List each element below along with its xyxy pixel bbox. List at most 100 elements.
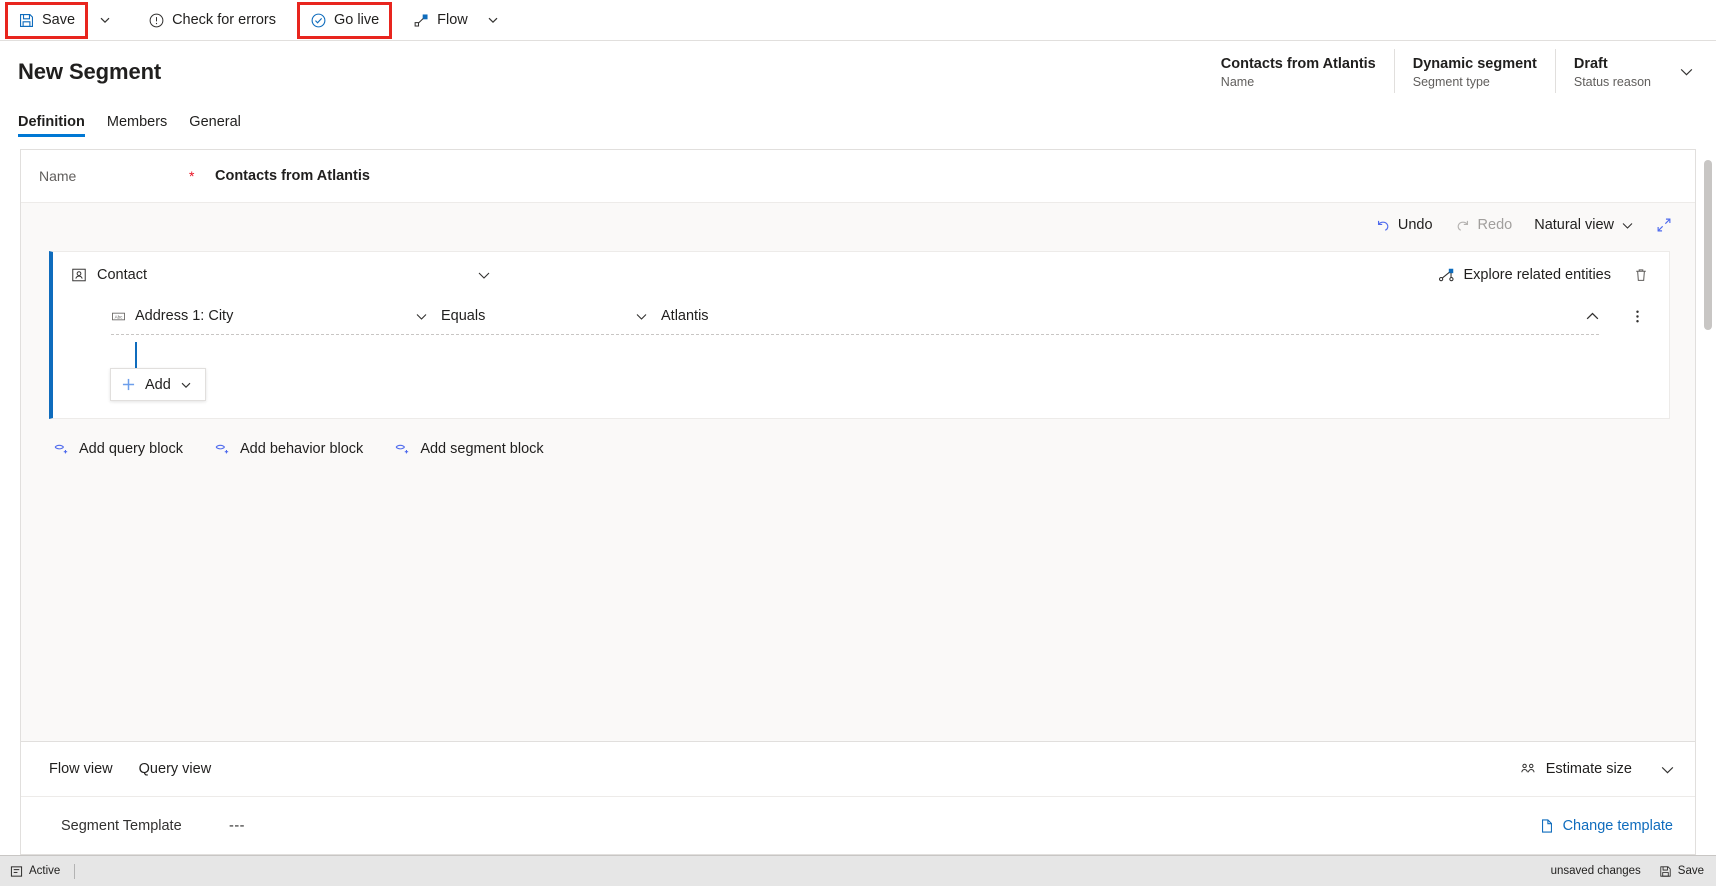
save-button-label: Save — [42, 12, 76, 28]
explore-related-entities-button[interactable]: Explore related entities — [1432, 263, 1618, 288]
undo-label: Undo — [1397, 217, 1433, 233]
change-template-button[interactable]: Change template — [1531, 814, 1681, 838]
chevron-down-icon — [1621, 219, 1634, 232]
check-for-errors-label: Check for errors — [172, 12, 277, 28]
flow-view-tab[interactable]: Flow view — [49, 761, 113, 777]
view-mode-label: Natural view — [1534, 217, 1614, 233]
condition-row-actions — [1579, 305, 1651, 328]
contact-entity-icon — [71, 267, 87, 283]
view-mode-dropdown[interactable]: Natural view — [1525, 210, 1643, 240]
flow-icon — [413, 12, 430, 29]
status-state-label: Active — [29, 865, 61, 877]
estimate-size-button[interactable]: Estimate size — [1513, 756, 1638, 782]
estimate-size-label: Estimate size — [1545, 761, 1632, 777]
redo-button: Redo — [1446, 210, 1522, 240]
segment-template-row: Segment Template --- Change template — [21, 796, 1695, 854]
footer-estimate-controls: Estimate size — [1513, 756, 1681, 782]
expand-canvas-button[interactable] — [1647, 210, 1681, 240]
definition-card: Name * Contacts from Atlantis Undo Redo … — [20, 149, 1696, 855]
query-block-header: Contact Explore related entities — [53, 252, 1669, 298]
flow-label: Flow — [437, 12, 468, 28]
tab-general[interactable]: General — [189, 114, 241, 137]
go-live-button[interactable]: Go live — [300, 5, 389, 36]
add-condition-button[interactable]: Add — [110, 368, 206, 401]
status-save-button[interactable]: Save — [1659, 865, 1704, 878]
condition-more-button[interactable] — [1624, 305, 1651, 328]
add-query-block-button[interactable]: Add query block — [51, 436, 185, 461]
check-circle-icon — [310, 12, 327, 29]
redo-icon — [1455, 217, 1471, 233]
more-vertical-icon — [1630, 309, 1645, 324]
go-live-label: Go live — [334, 12, 380, 28]
header-metadata: Contacts from Atlantis Name Dynamic segm… — [1203, 49, 1700, 95]
add-query-block-label: Add query block — [79, 440, 183, 457]
condition-collapse-button[interactable] — [1579, 305, 1606, 328]
undo-button[interactable]: Undo — [1366, 210, 1442, 240]
segment-template-value: --- — [229, 817, 245, 834]
chevron-down-icon — [1679, 64, 1694, 79]
name-field-value[interactable]: Contacts from Atlantis — [215, 168, 370, 184]
tab-members[interactable]: Members — [107, 114, 167, 137]
redo-label: Redo — [1477, 217, 1513, 233]
expand-diagonal-icon — [1656, 217, 1672, 233]
go-live-button-highlight: Go live — [297, 1, 393, 39]
name-field-row: Name * Contacts from Atlantis — [21, 150, 1695, 203]
save-icon — [18, 12, 35, 29]
condition-operator[interactable]: Equals — [441, 308, 621, 324]
add-block-icon — [394, 440, 411, 457]
tab-definition[interactable]: Definition — [18, 114, 85, 137]
condition-operator-caret[interactable] — [621, 310, 661, 323]
command-bar: Save Check for errors Go live Flow — [0, 0, 1716, 41]
scrollbar-thumb[interactable] — [1704, 160, 1712, 330]
status-bar-right: unsaved changes Save — [1551, 865, 1704, 878]
check-for-errors-button[interactable]: Check for errors — [138, 5, 286, 36]
chevron-down-icon — [415, 310, 428, 323]
condition-field-caret[interactable] — [401, 310, 441, 323]
chevron-up-icon — [1585, 309, 1600, 324]
condition-field[interactable]: Abc Address 1: City — [111, 308, 401, 324]
query-canvas: Undo Redo Natural view Contact Explore r… — [21, 203, 1695, 741]
query-view-tab[interactable]: Query view — [139, 761, 212, 777]
condition-row: Abc Address 1: City Equals Atlantis — [111, 298, 1639, 335]
related-entities-icon — [1438, 267, 1455, 284]
add-segment-block-button[interactable]: Add segment block — [392, 436, 545, 461]
command-divider — [87, 10, 89, 30]
add-behavior-block-label: Add behavior block — [239, 440, 364, 457]
add-block-icon — [214, 440, 231, 457]
status-bar: Active unsaved changes Save — [0, 855, 1716, 886]
query-block-entity-label: Contact — [97, 267, 147, 283]
people-group-icon — [1519, 760, 1537, 778]
flow-options-caret[interactable] — [478, 5, 508, 36]
undo-icon — [1375, 217, 1391, 233]
flow-button[interactable]: Flow — [403, 5, 478, 36]
meta-label: Segment type — [1412, 74, 1490, 89]
meta-value: Dynamic segment — [1412, 55, 1537, 72]
add-condition-label: Add — [145, 376, 171, 393]
delete-query-block-button[interactable] — [1627, 263, 1655, 287]
header-expand-button[interactable] — [1669, 49, 1700, 93]
header-meta-status-reason: Draft Status reason — [1554, 49, 1669, 93]
status-divider — [74, 863, 76, 879]
chevron-down-icon — [487, 14, 499, 26]
query-block-entity[interactable]: Contact — [71, 267, 147, 283]
plus-icon — [121, 377, 136, 392]
condition-value[interactable]: Atlantis — [661, 308, 709, 324]
add-behavior-block-button[interactable]: Add behavior block — [212, 436, 365, 461]
add-block-links: Add query block Add behavior block Add s… — [51, 436, 1695, 461]
error-circle-icon — [148, 12, 165, 29]
unsaved-changes-label: unsaved changes — [1550, 865, 1641, 877]
save-button[interactable]: Save — [8, 5, 85, 36]
meta-value: Contacts from Atlantis — [1220, 55, 1376, 72]
vertical-scrollbar[interactable] — [1702, 160, 1714, 841]
header-meta-name: Contacts from Atlantis Name — [1203, 49, 1394, 93]
estimate-size-caret[interactable] — [1644, 758, 1681, 781]
footer-panel: Flow view Query view Estimate size Segme… — [21, 741, 1695, 854]
query-block-collapse-button[interactable] — [467, 264, 501, 286]
status-save-label: Save — [1677, 865, 1704, 877]
save-icon — [1659, 865, 1672, 878]
save-options-caret[interactable] — [90, 5, 120, 36]
meta-value: Draft — [1573, 55, 1608, 72]
chevron-down-icon — [635, 310, 648, 323]
editor-toolbar: Undo Redo Natural view — [21, 203, 1695, 247]
tab-strip: Definition Members General — [0, 103, 1716, 137]
